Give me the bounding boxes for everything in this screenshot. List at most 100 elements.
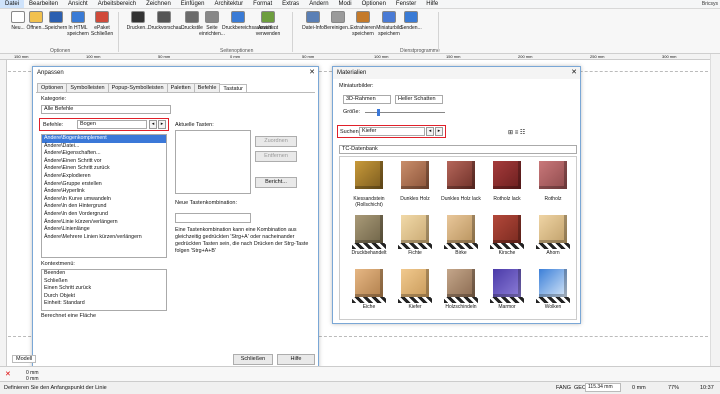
list-item[interactable]: Ändere\Hyperlink <box>42 188 166 196</box>
size-slider-thumb[interactable] <box>377 109 380 116</box>
list-item[interactable]: Ändere\Explodieren <box>42 173 166 181</box>
ruler-mark: 250 mm <box>590 54 605 59</box>
list-item[interactable]: Einheit: Standard <box>42 300 166 308</box>
list-item[interactable]: Beenden <box>42 270 166 278</box>
material-label: Birke <box>455 250 467 256</box>
material-tile[interactable] <box>447 161 475 189</box>
material-tile[interactable] <box>355 215 383 243</box>
close-button[interactable]: Schließen <box>233 354 273 365</box>
dialog-tab[interactable]: Befehle <box>193 83 221 92</box>
material-tile[interactable] <box>493 215 521 243</box>
materials-title: Materialien <box>333 67 580 79</box>
ribbon-button[interactable]: ePaket Schließen <box>86 11 118 45</box>
new-combo-input[interactable] <box>175 213 251 223</box>
close-icon[interactable]: ✕ <box>309 68 315 78</box>
menu-item[interactable]: Extras <box>277 0 304 8</box>
menu-item[interactable]: Modi <box>334 0 357 8</box>
shadow-mode-select[interactable]: Heller Schatten <box>395 95 443 104</box>
material-tile[interactable] <box>493 161 521 189</box>
ruler-top: 150 mm 100 mm 50 mm 0 mm 50 mm 100 mm 150 mm 20… <box>0 54 720 60</box>
material-tile[interactable] <box>401 215 429 243</box>
material-tile[interactable] <box>401 269 429 297</box>
snap-toggle[interactable]: FANG <box>556 385 571 391</box>
ribbon-button[interactable]: Assistent verwenden <box>252 11 284 45</box>
ribbon-icon <box>157 11 171 23</box>
tab-model[interactable]: Modell <box>12 355 37 363</box>
close-icon[interactable]: ✕ <box>5 370 11 378</box>
menu-item[interactable]: Architektur <box>209 0 248 8</box>
ribbon-icon <box>404 11 418 23</box>
view-icon[interactable]: ⊞ ≡ ☷ <box>508 129 525 136</box>
list-item[interactable]: Ändere\Linienlänge <box>42 226 166 234</box>
ruler-mark: 300 mm <box>662 54 677 59</box>
list-item[interactable]: Ändere\Linie kürzen/verlängern <box>42 219 166 227</box>
assign-button[interactable]: Zuordnen <box>255 136 297 147</box>
checker-floor <box>490 243 524 249</box>
commands-list[interactable]: Ändere\Bogenkomplement Ändere\Datei... Änd… <box>41 134 167 258</box>
report-button[interactable]: Bericht... <box>255 177 297 188</box>
material-tile[interactable] <box>447 269 475 297</box>
list-item[interactable]: Ändere\In den Vordergrund <box>42 211 166 219</box>
zoom-percent[interactable]: 77% <box>668 385 679 391</box>
current-keys-label: Aktuelle Tasten: <box>175 122 214 128</box>
list-item[interactable]: Ändere\Einen Schritt zurück <box>42 165 166 173</box>
database-select[interactable]: TC-Datenbank <box>339 145 577 154</box>
current-keys-list[interactable] <box>175 130 251 194</box>
material-tile[interactable] <box>401 161 429 189</box>
menu-item[interactable]: Optionen <box>357 0 391 8</box>
category-select[interactable]: Alle Befehle <box>41 105 171 114</box>
menu-bar: Datei Bearbeiten Ansicht Arbeitsbereich Zeic… <box>0 0 720 9</box>
ribbon-icon <box>205 11 219 23</box>
material-tile[interactable] <box>493 269 521 297</box>
material-label: Kirsche <box>498 250 516 256</box>
menu-item[interactable]: Einfügen <box>176 0 210 8</box>
menu-item[interactable]: Fenster <box>391 0 421 8</box>
list-item[interactable]: Ändere\Eigenschaften... <box>42 150 166 158</box>
ribbon-icon <box>382 11 396 23</box>
menu-item[interactable]: Hilfe <box>421 0 443 8</box>
status-prompt: Definieren Sie den Anfangspunkt der Lini… <box>4 385 107 391</box>
material-tile[interactable] <box>355 161 383 189</box>
vertical-scrollbar[interactable] <box>710 54 720 366</box>
list-item[interactable]: Ändere\Bogenkomplement <box>42 135 166 143</box>
material-label: Wolken <box>544 304 562 310</box>
material-tile[interactable] <box>539 215 567 243</box>
menu-item[interactable]: Ansicht <box>63 0 93 8</box>
material-tile[interactable] <box>539 269 567 297</box>
material-label: Holzschindeln <box>445 304 477 310</box>
menu-item[interactable]: Zeichnen <box>141 0 176 8</box>
list-item[interactable]: Ändere\In den Hintergrund <box>42 203 166 211</box>
render-mode-select[interactable]: 3D-Rahmen <box>343 95 391 104</box>
material-tile[interactable] <box>447 215 475 243</box>
checker-floor <box>536 297 570 303</box>
size-label: Größe: <box>343 109 361 115</box>
ribbon-button[interactable]: Druckbereichsauswahl... <box>222 11 276 45</box>
menu-item[interactable]: Bearbeiten <box>24 0 63 8</box>
ribbon-button-label: Datei-Info <box>302 25 324 31</box>
remove-button[interactable]: Entfernen <box>255 151 297 162</box>
list-item[interactable]: Schließen <box>42 278 166 286</box>
material-tile[interactable] <box>539 161 567 189</box>
dialog-tab[interactable]: Paletten <box>166 83 195 92</box>
menu-item[interactable]: Datei <box>0 0 25 8</box>
close-icon[interactable]: ✕ <box>571 68 577 78</box>
highlight-box <box>337 125 446 138</box>
context-list[interactable]: Beenden Schließen Einen Schritt zurück Durc… <box>41 269 167 311</box>
ruler-mark: 100 mm <box>86 54 101 59</box>
dialog-tab[interactable]: Popup-Symbolleisten <box>107 83 168 92</box>
help-button[interactable]: Hilfe <box>277 354 315 365</box>
dialog-tab[interactable]: Symbolleisten <box>66 83 109 92</box>
menu-item[interactable]: Ändern <box>304 0 333 8</box>
ruler-mark: 50 mm <box>302 54 315 59</box>
dialog-tab[interactable]: Optionen <box>37 83 68 92</box>
material-tile[interactable] <box>355 269 383 297</box>
list-item[interactable]: Durch Objekt <box>42 293 166 301</box>
ribbon-icon <box>231 11 245 23</box>
ribbon-button-label: ePaket Schließen <box>90 25 114 37</box>
menu-item[interactable]: Arbeitsbereich <box>93 0 141 8</box>
menu-item[interactable]: Format <box>248 0 277 8</box>
list-item[interactable]: Ändere\Mehrere Linien kürzen/verlängern <box>42 234 166 242</box>
list-item[interactable]: Einen Schritt zurück <box>42 285 166 293</box>
coords-field[interactable]: 115.34 mm <box>585 383 621 392</box>
ribbon-button[interactable]: Senden... <box>395 11 427 45</box>
